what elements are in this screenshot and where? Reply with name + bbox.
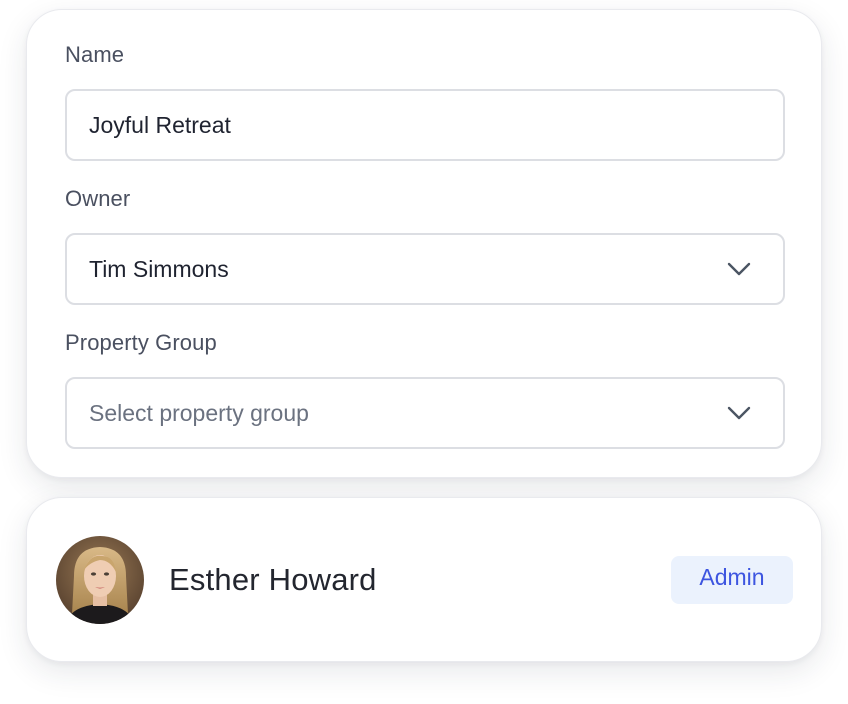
- chevron-down-icon: [725, 255, 753, 283]
- owner-select[interactable]: Tim Simmons: [65, 233, 785, 305]
- property-group-label: Property Group: [65, 330, 217, 355]
- name-input[interactable]: Joyful Retreat: [65, 89, 785, 161]
- property-form-card: Name Joyful Retreat Owner Tim Simmons Pr…: [26, 9, 822, 478]
- role-badge: Admin: [671, 556, 793, 604]
- member-name: Esther Howard: [169, 562, 377, 597]
- name-input-value: Joyful Retreat: [89, 111, 231, 138]
- property-group-placeholder: Select property group: [89, 399, 309, 426]
- name-label: Name: [65, 42, 125, 67]
- property-group-select[interactable]: Select property group: [65, 377, 785, 449]
- member-card[interactable]: Esther Howard Admin: [26, 497, 822, 662]
- owner-label: Owner: [65, 186, 131, 211]
- chevron-down-icon: [725, 399, 753, 427]
- avatar: [56, 536, 144, 624]
- owner-select-value: Tim Simmons: [89, 255, 229, 282]
